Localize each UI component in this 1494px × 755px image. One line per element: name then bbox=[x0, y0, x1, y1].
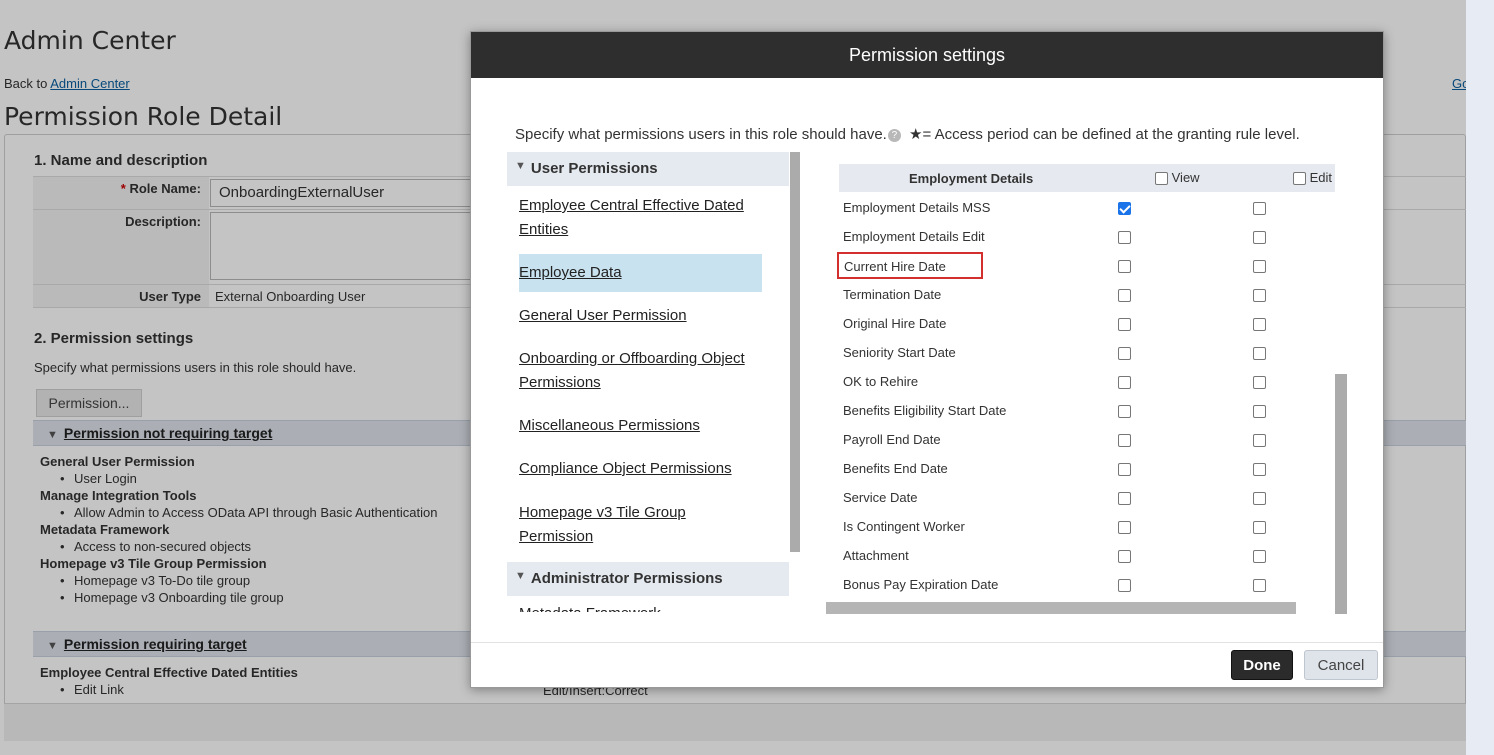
category-scrollbar[interactable] bbox=[790, 152, 800, 552]
view-checkbox[interactable] bbox=[1118, 492, 1131, 505]
view-checkbox[interactable] bbox=[1118, 318, 1131, 331]
view-checkbox[interactable] bbox=[1118, 405, 1131, 418]
permission-label: Bonus Pay Expiration Date bbox=[843, 577, 999, 592]
table-header: Employment Details View Edit bbox=[839, 164, 1335, 192]
category-compliance-object[interactable]: Compliance Object Permissions bbox=[519, 457, 762, 481]
table-row: Original Hire Date bbox=[839, 310, 1335, 339]
table-row: Termination Date bbox=[839, 281, 1335, 310]
view-checkbox[interactable] bbox=[1118, 231, 1131, 244]
dialog-title: Permission settings bbox=[471, 32, 1383, 78]
edit-checkbox[interactable] bbox=[1253, 434, 1266, 447]
view-checkbox[interactable] bbox=[1118, 347, 1131, 360]
employment-details-table: Employment Details View Edit Employment … bbox=[837, 164, 1335, 614]
category-general-user-permission[interactable]: General User Permission bbox=[519, 304, 762, 328]
view-all-toggle[interactable]: View bbox=[1155, 170, 1200, 186]
edit-all-toggle[interactable]: Edit bbox=[1293, 170, 1332, 186]
permission-label: Employment Details Edit bbox=[843, 229, 985, 244]
permission-label: Service Date bbox=[843, 490, 918, 505]
edit-checkbox[interactable] bbox=[1253, 202, 1266, 215]
permission-label: Payroll End Date bbox=[843, 432, 941, 447]
table-row: Current Hire Date bbox=[837, 252, 1335, 281]
table-row: Is Contingent Worker bbox=[839, 513, 1335, 542]
edit-checkbox[interactable] bbox=[1253, 347, 1266, 360]
edit-checkbox[interactable] bbox=[1253, 492, 1266, 505]
edit-checkbox[interactable] bbox=[1253, 231, 1266, 244]
permission-label: Original Hire Date bbox=[843, 316, 947, 331]
dialog-intro-text: Specify what permissions users in this r… bbox=[515, 126, 887, 143]
view-checkbox[interactable] bbox=[1118, 260, 1131, 273]
category-onboarding-offboarding[interactable]: Onboarding or Offboarding Object Permiss… bbox=[519, 347, 762, 395]
view-checkbox[interactable] bbox=[1118, 579, 1131, 592]
permission-settings-dialog: Permission settings Specify what permiss… bbox=[470, 31, 1384, 688]
edit-checkbox[interactable] bbox=[1253, 318, 1266, 331]
table-row: Seniority Start Date bbox=[839, 339, 1335, 368]
view-checkbox[interactable] bbox=[1118, 202, 1131, 215]
table-row: Benefits Eligibility Start Date bbox=[839, 397, 1335, 426]
category-ec-effective-dated-entities[interactable]: Employee Central Effective Dated Entitie… bbox=[519, 194, 762, 242]
edit-checkbox[interactable] bbox=[1253, 521, 1266, 534]
table-vertical-scrollbar[interactable] bbox=[1335, 374, 1347, 614]
permission-label: Seniority Start Date bbox=[843, 345, 956, 360]
table-section-title: Employment Details bbox=[909, 171, 1034, 186]
permission-category-panel: ▼ User Permissions Employee Central Effec… bbox=[507, 152, 803, 612]
table-row: OK to Rehire bbox=[839, 368, 1335, 397]
category-employee-data[interactable]: Employee Data bbox=[519, 254, 762, 292]
permission-label: Benefits End Date bbox=[843, 461, 948, 476]
table-horizontal-scrollbar[interactable] bbox=[826, 602, 1296, 614]
permission-label: Termination Date bbox=[843, 287, 942, 302]
permission-label: Employment Details MSS bbox=[843, 200, 991, 215]
category-homepage-v3-tile-group[interactable]: Homepage v3 Tile Group Permission bbox=[519, 501, 762, 549]
view-checkbox[interactable] bbox=[1118, 463, 1131, 476]
edit-checkbox[interactable] bbox=[1253, 550, 1266, 563]
permission-label: Benefits Eligibility Start Date bbox=[843, 403, 1007, 418]
access-period-note: ★= Access period can be defined at the g… bbox=[909, 126, 1300, 143]
edit-all-checkbox[interactable] bbox=[1293, 172, 1306, 186]
table-row: Attachment bbox=[839, 542, 1335, 571]
table-row: Employment Details MSS bbox=[839, 194, 1335, 223]
done-button[interactable]: Done bbox=[1231, 650, 1293, 680]
help-icon[interactable]: ? bbox=[887, 128, 901, 142]
edit-checkbox[interactable] bbox=[1253, 376, 1266, 389]
cancel-button[interactable]: Cancel bbox=[1304, 650, 1378, 680]
table-row: Employment Details Edit bbox=[839, 223, 1335, 252]
edit-checkbox[interactable] bbox=[1253, 289, 1266, 302]
permission-label-highlighted: Current Hire Date bbox=[837, 252, 983, 279]
view-all-checkbox[interactable] bbox=[1155, 172, 1168, 186]
category-miscellaneous[interactable]: Miscellaneous Permissions bbox=[519, 414, 762, 438]
edit-checkbox[interactable] bbox=[1253, 463, 1266, 476]
collapse-triangle-icon: ▼ bbox=[515, 570, 526, 582]
administrator-permissions-header[interactable]: ▼ Administrator Permissions bbox=[507, 562, 789, 596]
table-row: Bonus Pay Expiration Date bbox=[839, 571, 1335, 600]
user-permissions-header[interactable]: ▼ User Permissions bbox=[507, 152, 789, 186]
view-checkbox[interactable] bbox=[1118, 434, 1131, 447]
view-checkbox[interactable] bbox=[1118, 289, 1131, 302]
category-metadata-framework[interactable]: Metadata Framework bbox=[519, 602, 762, 612]
view-checkbox[interactable] bbox=[1118, 550, 1131, 563]
table-row: Benefits End Date bbox=[839, 455, 1335, 484]
table-row: Payroll End Date bbox=[839, 426, 1335, 455]
view-checkbox[interactable] bbox=[1118, 521, 1131, 534]
permission-label: Is Contingent Worker bbox=[843, 519, 965, 534]
table-row: Service Date bbox=[839, 484, 1335, 513]
window-edge bbox=[1466, 0, 1494, 755]
edit-checkbox[interactable] bbox=[1253, 405, 1266, 418]
dialog-footer: Done Cancel bbox=[471, 642, 1383, 689]
collapse-triangle-icon: ▼ bbox=[515, 160, 526, 172]
dialog-intro: Specify what permissions users in this r… bbox=[515, 125, 1300, 143]
permission-label: OK to Rehire bbox=[843, 374, 919, 389]
view-checkbox[interactable] bbox=[1118, 376, 1131, 389]
edit-checkbox[interactable] bbox=[1253, 579, 1266, 592]
edit-checkbox[interactable] bbox=[1253, 260, 1266, 273]
permission-label: Attachment bbox=[843, 548, 909, 563]
